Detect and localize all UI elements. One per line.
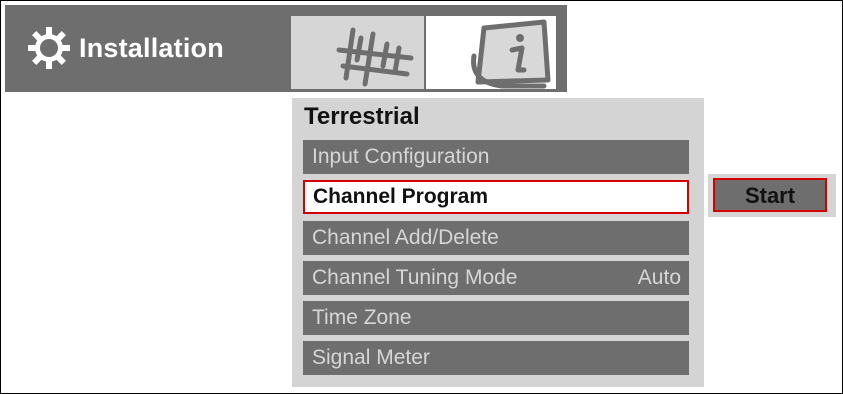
page-title: Installation [79, 32, 224, 63]
screen-frame: Installation Terrestrial Input Configura… [0, 0, 843, 394]
menu-item-time-zone[interactable]: Time Zone [303, 301, 689, 335]
menu-item-value: Auto [637, 266, 681, 289]
menu-item-channel-program[interactable]: Channel Program [303, 180, 689, 214]
menu-item-input-configuration[interactable]: Input Configuration [303, 140, 689, 174]
header-bar: Installation [5, 5, 567, 92]
header-title-group: Installation [27, 26, 224, 70]
menu-item-label: Channel Program [313, 185, 489, 208]
menu-item-label: Input Configuration [312, 145, 490, 168]
tab-antenna[interactable] [291, 16, 424, 89]
start-button-container: Start [708, 174, 836, 217]
menu-item-label: Time Zone [312, 306, 412, 329]
menu-item-channel-add-delete[interactable]: Channel Add/Delete [303, 221, 689, 255]
menu-item-label: Channel Add/Delete [312, 226, 499, 249]
panel-title: Terrestrial [304, 103, 420, 130]
start-button[interactable]: Start [713, 178, 827, 212]
menu-item-label: Channel Tuning Mode [312, 266, 518, 289]
menu-item-channel-tuning-mode[interactable]: Channel Tuning Mode Auto [303, 261, 689, 295]
terrestrial-panel: Terrestrial Input Configuration Channel … [292, 98, 704, 387]
menu-item-label: Signal Meter [312, 346, 430, 369]
tab-info[interactable] [426, 16, 556, 89]
menu-item-signal-meter[interactable]: Signal Meter [303, 341, 689, 375]
gear-icon [27, 26, 71, 70]
